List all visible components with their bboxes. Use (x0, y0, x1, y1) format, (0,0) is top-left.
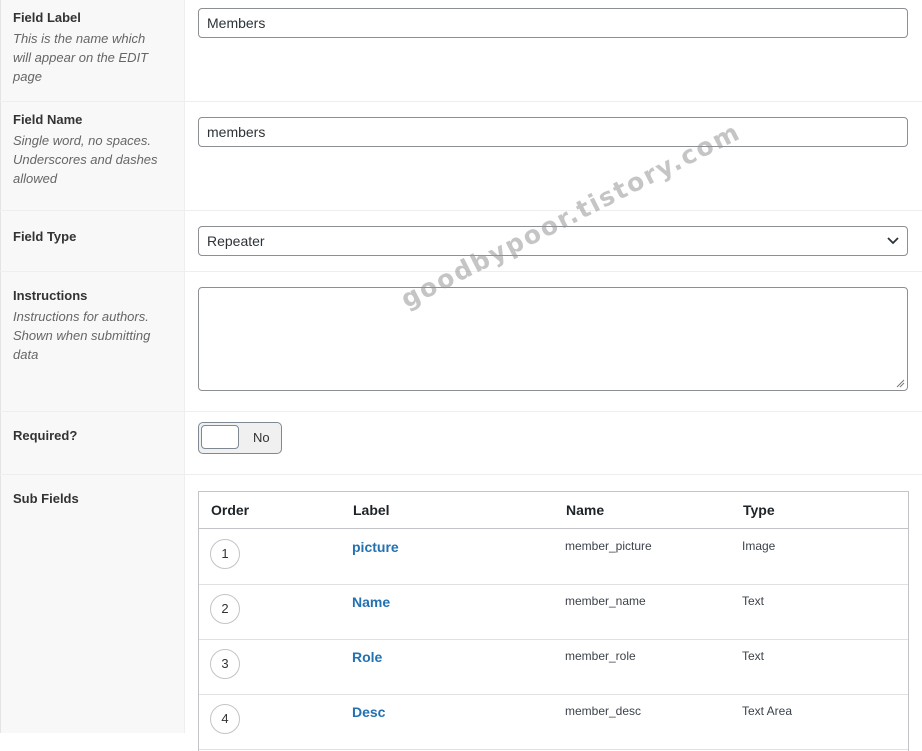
sub-fields-table: Order Label Name Type 1 picture member_p… (198, 491, 909, 751)
instructions-row: Instructions Instructions for authors. S… (0, 272, 922, 412)
table-row[interactable]: 2 Name member_name Text (199, 584, 908, 640)
field-name-row: Field Name Single word, no spaces. Under… (0, 102, 922, 211)
field-name-desc-line: Single word, no spaces. (13, 133, 152, 148)
field-type-input-cell: Repeater (186, 211, 922, 271)
field-name-desc-line: allowed (13, 171, 58, 186)
sub-fields-label-cell: Sub Fields (0, 475, 185, 733)
field-name-input-cell: members (186, 102, 922, 210)
field-name-label-cell: Field Name Single word, no spaces. Under… (0, 102, 185, 210)
required-input-cell: No (186, 412, 922, 474)
sub-field-label-link[interactable]: Desc (352, 704, 385, 720)
sub-field-type: Text Area (742, 704, 793, 718)
sub-field-type: Text (742, 649, 765, 663)
chevron-down-icon (887, 237, 899, 245)
table-row[interactable]: 1 picture member_picture Image (199, 529, 908, 585)
field-label-title: Field Label (13, 10, 81, 25)
order-handle[interactable]: 2 (210, 594, 240, 624)
sub-field-label-link[interactable]: Role (352, 649, 382, 665)
required-label-cell: Required? (0, 412, 185, 474)
field-name-description: Single word, no spaces. Underscores and … (13, 131, 172, 188)
field-label-row: Field Label This is the name which will … (0, 0, 922, 102)
resize-handle-icon[interactable] (896, 379, 905, 388)
order-handle[interactable]: 4 (210, 704, 240, 734)
field-type-label-cell: Field Type (0, 211, 185, 271)
column-header-order: Order (211, 502, 250, 518)
sub-field-name: member_role (565, 649, 636, 663)
field-label-desc-line: will appear on the EDIT (13, 50, 149, 65)
field-type-selected-value: Repeater (207, 233, 265, 249)
table-row[interactable]: 4 Desc member_desc Text Area (199, 694, 908, 750)
field-label-input-cell: Members (186, 0, 922, 101)
sub-field-type: Text (742, 594, 765, 608)
instructions-desc-line: Shown when submitting (13, 328, 151, 343)
field-label-label-cell: Field Label This is the name which will … (0, 0, 185, 101)
column-header-type: Type (743, 502, 775, 518)
field-type-title: Field Type (13, 229, 77, 244)
sub-field-type: Image (742, 539, 776, 553)
sub-field-label-link[interactable]: Name (352, 594, 390, 610)
required-row: Required? No (0, 412, 922, 475)
order-handle[interactable]: 3 (210, 649, 240, 679)
sub-field-name: member_desc (565, 704, 642, 718)
sub-fields-title: Sub Fields (13, 491, 79, 506)
required-title: Required? (13, 428, 78, 443)
instructions-title: Instructions (13, 288, 88, 303)
sub-field-name: member_picture (565, 539, 652, 553)
order-handle[interactable]: 1 (210, 539, 240, 569)
toggle-state-text: No (253, 430, 270, 445)
instructions-input-cell (186, 272, 922, 411)
field-type-row: Field Type Repeater (0, 211, 922, 272)
field-label-desc-line: This is the name which (13, 31, 146, 46)
instructions-textarea[interactable] (198, 287, 908, 391)
column-header-name: Name (566, 502, 605, 518)
sub-fields-cell: Order Label Name Type 1 picture member_p… (186, 475, 922, 751)
field-settings-form: Field Label This is the name which will … (0, 0, 922, 751)
toggle-knob (201, 425, 239, 449)
field-label-description: This is the name which will appear on th… (13, 29, 172, 86)
sub-fields-row: Sub Fields Order Label Name Type 1 pictu… (0, 475, 922, 751)
field-type-select[interactable]: Repeater (198, 226, 908, 256)
column-header-label: Label (353, 502, 390, 518)
sub-field-label-link[interactable]: picture (352, 539, 399, 555)
field-label-desc-line: page (13, 69, 42, 84)
instructions-label-cell: Instructions Instructions for authors. S… (0, 272, 185, 411)
required-toggle[interactable]: No (198, 422, 282, 454)
field-name-desc-line: Underscores and dashes (13, 152, 158, 167)
sub-field-name: member_name (565, 594, 646, 608)
instructions-desc-line: data (13, 347, 39, 362)
table-header: Order Label Name Type (199, 492, 908, 529)
table-row[interactable]: 3 Role member_role Text (199, 639, 908, 695)
field-name-title: Field Name (13, 112, 83, 127)
instructions-desc-line: Instructions for authors. (13, 309, 149, 324)
field-name-input[interactable]: members (198, 117, 908, 147)
field-label-input[interactable]: Members (198, 8, 908, 38)
instructions-description: Instructions for authors. Shown when sub… (13, 307, 172, 364)
